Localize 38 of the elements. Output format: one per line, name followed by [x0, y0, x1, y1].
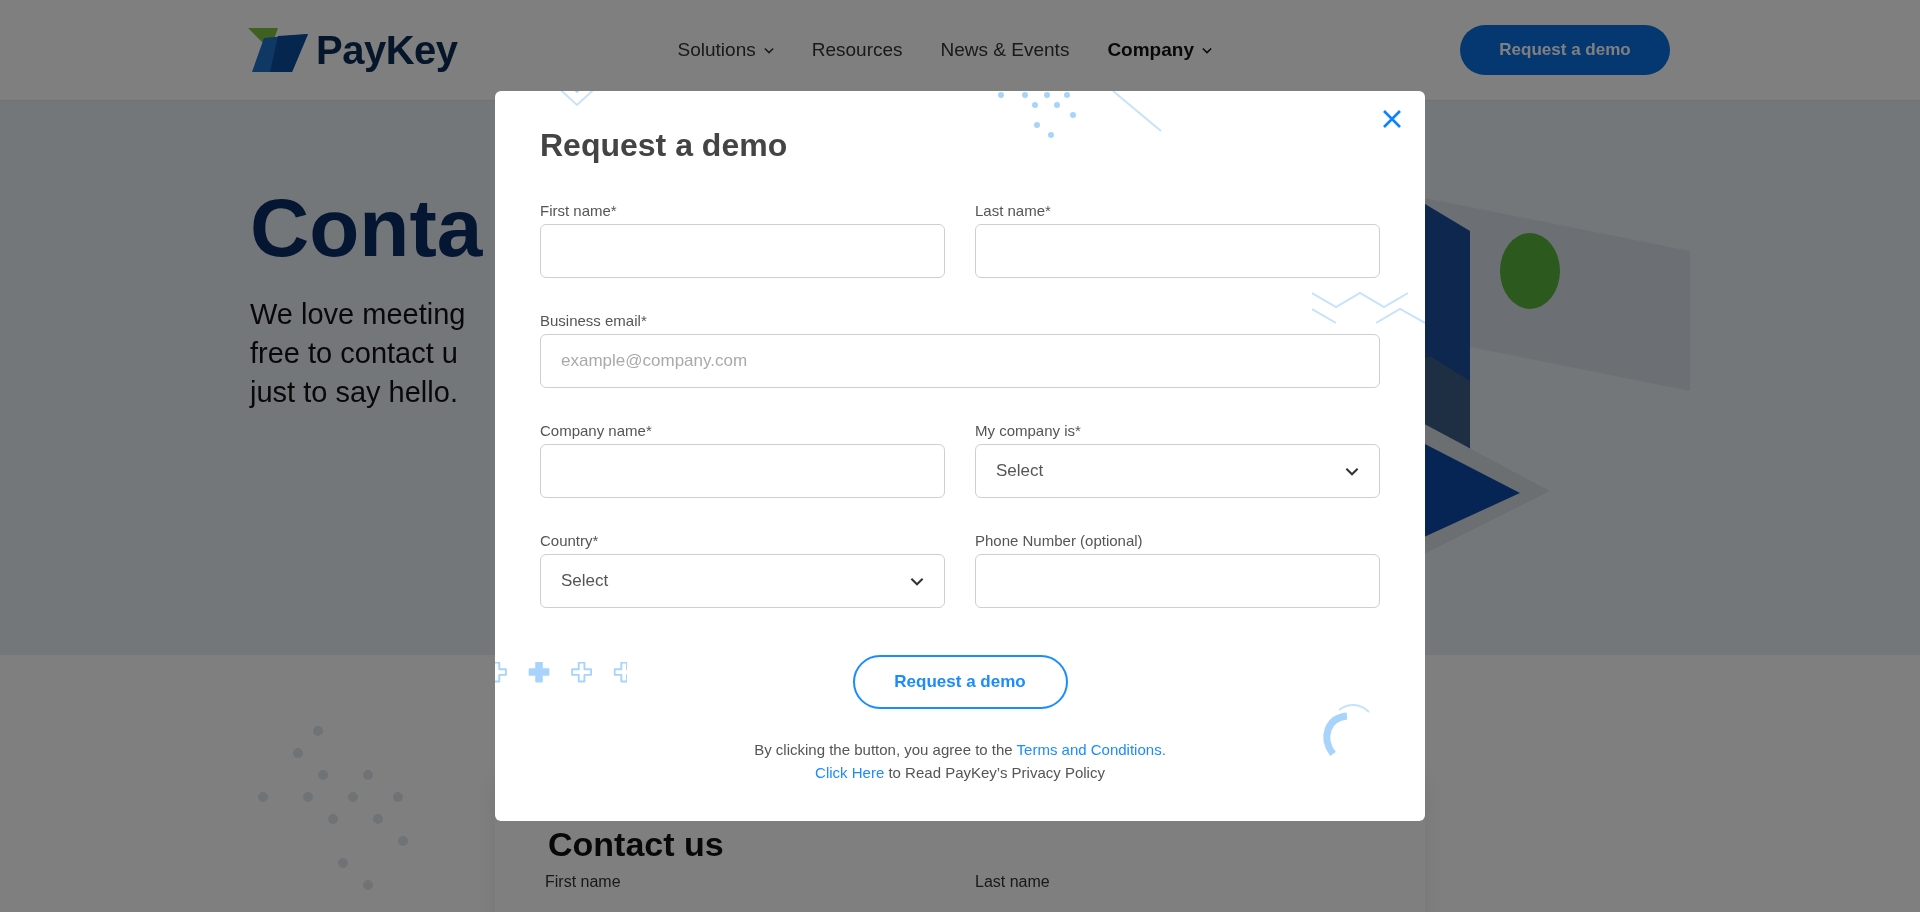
modal-title: Request a demo — [540, 127, 789, 164]
zigzag-lines-icon — [1312, 291, 1425, 325]
submit-button[interactable]: Request a demo — [852, 655, 1068, 709]
intro-text: free to contact u — [250, 336, 458, 372]
field-label: Last name — [975, 873, 1050, 891]
intro-text: just to say hello. — [250, 375, 458, 411]
legal-text: Click Here to Read PayKey’s Privacy Policy — [815, 764, 1105, 781]
logo-text[interactable]: PayKey — [316, 27, 458, 73]
select-dropdown[interactable]: Select — [975, 444, 1380, 498]
nav-link[interactable]: Company — [1107, 39, 1212, 61]
nav-link[interactable]: Resources — [811, 39, 903, 61]
select-dropdown[interactable]: Select — [540, 554, 945, 608]
field-label: Phone Number (optional) — [975, 532, 1144, 549]
field-label: First name* — [540, 202, 618, 219]
text-field[interactable] — [540, 224, 945, 278]
request-demo-button[interactable]: Request a demo — [1460, 25, 1670, 75]
text-link[interactable]: Terms and Conditions. — [1016, 741, 1166, 758]
page-title: Conta — [250, 183, 483, 274]
plus-signs-icon — [495, 662, 627, 684]
nav-link[interactable]: Solutions — [677, 39, 774, 61]
field-label: First name — [545, 873, 621, 891]
field-label: Business email* — [540, 312, 648, 329]
legal-text: By clicking the button, you agree to the Terms and Conditions. — [754, 741, 1166, 758]
text-link[interactable]: Click Here — [815, 764, 885, 781]
intro-text: We love meeting — [250, 297, 466, 333]
chevron-down-icon — [910, 576, 924, 586]
nav-link[interactable]: News & Events — [940, 39, 1070, 61]
text-field[interactable] — [975, 554, 1380, 608]
field-label: Last name* — [975, 202, 1052, 219]
close-icon[interactable] — [1381, 108, 1403, 130]
email-field[interactable]: example@company.com — [540, 334, 1380, 388]
field-label: Country* — [540, 532, 600, 549]
field-label: Company name* — [540, 422, 653, 439]
field-label: My company is* — [975, 422, 1082, 439]
chevron-down-icon — [1345, 466, 1359, 476]
text-field[interactable] — [975, 224, 1380, 278]
text-field[interactable] — [540, 444, 945, 498]
section-title: Contact us — [548, 825, 724, 864]
